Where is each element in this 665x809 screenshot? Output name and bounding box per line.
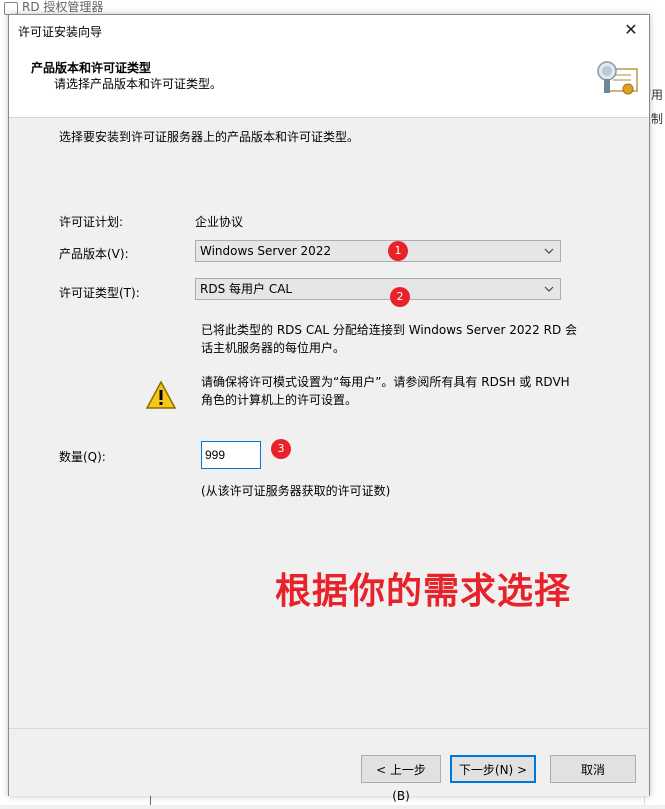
quantity-label: 数量(Q): bbox=[59, 450, 106, 464]
license-type-description: 已将此类型的 RDS CAL 分配给连接到 Windows Server 202… bbox=[201, 323, 578, 355]
license-plan-value: 企业协议 bbox=[195, 215, 244, 229]
license-type-label: 许可证类型(T): bbox=[59, 286, 140, 300]
product-version-label: 产品版本(V): bbox=[59, 247, 129, 261]
dialog-titlebar: 许可证安装向导 ✕ bbox=[9, 15, 649, 45]
chevron-down-icon bbox=[544, 279, 554, 307]
warning-text: 请确保将许可模式设置为“每用户”。请参阅所有具有 RDSH 或 RDVH 角色的… bbox=[201, 375, 570, 407]
back-button[interactable]: < 上一步(B) bbox=[361, 755, 441, 803]
close-icon[interactable]: ✕ bbox=[619, 19, 643, 41]
product-version-select[interactable]: Windows Server 2022 bbox=[195, 240, 561, 262]
intro-text: 选择要安装到许可证服务器上的产品版本和许可证类型。 bbox=[59, 130, 360, 144]
license-type-select[interactable]: RDS 每用户 CAL bbox=[195, 278, 561, 300]
wizard-footer: < 上一步(B) 下一步(N) > 取消 bbox=[9, 728, 649, 803]
certificate-icon bbox=[597, 61, 638, 95]
cancel-button[interactable]: 取消 bbox=[550, 755, 636, 783]
warning-icon bbox=[145, 380, 177, 409]
wizard-content: 选择要安装到许可证服务器上的产品版本和许可证类型。 许可证计划: 企业协议 产品… bbox=[9, 118, 649, 728]
dialog-title: 许可证安装向导 bbox=[18, 25, 103, 39]
product-version-selected: Windows Server 2022 bbox=[200, 244, 332, 258]
license-plan-label: 许可证计划: bbox=[59, 215, 124, 229]
annotation-badge-2: 2 bbox=[390, 287, 410, 307]
annotation-overlay-text: 根据你的需求选择 bbox=[275, 571, 572, 612]
chevron-down-icon bbox=[544, 241, 554, 269]
background-app-title: RD 授权管理器 bbox=[22, 0, 104, 14]
page-subtitle: 请选择产品版本和许可证类型。 bbox=[54, 77, 223, 91]
quantity-note: (从该许可证服务器获取的许可证数) bbox=[201, 484, 391, 498]
quantity-input[interactable] bbox=[201, 441, 261, 469]
wizard-header: 产品版本和许可证类型 请选择产品版本和许可证类型。 bbox=[9, 45, 649, 118]
next-button[interactable]: 下一步(N) > bbox=[450, 755, 536, 783]
license-type-selected: RDS 每用户 CAL bbox=[200, 282, 293, 296]
annotation-badge-3: 3 bbox=[271, 439, 291, 459]
annotation-badge-1: 1 bbox=[388, 241, 408, 261]
page-title: 产品版本和许可证类型 bbox=[31, 61, 152, 75]
license-install-wizard-dialog: 许可证安装向导 ✕ 产品版本和许可证类型 请选择产品版本和许可证类型。 选择要安… bbox=[8, 14, 650, 803]
